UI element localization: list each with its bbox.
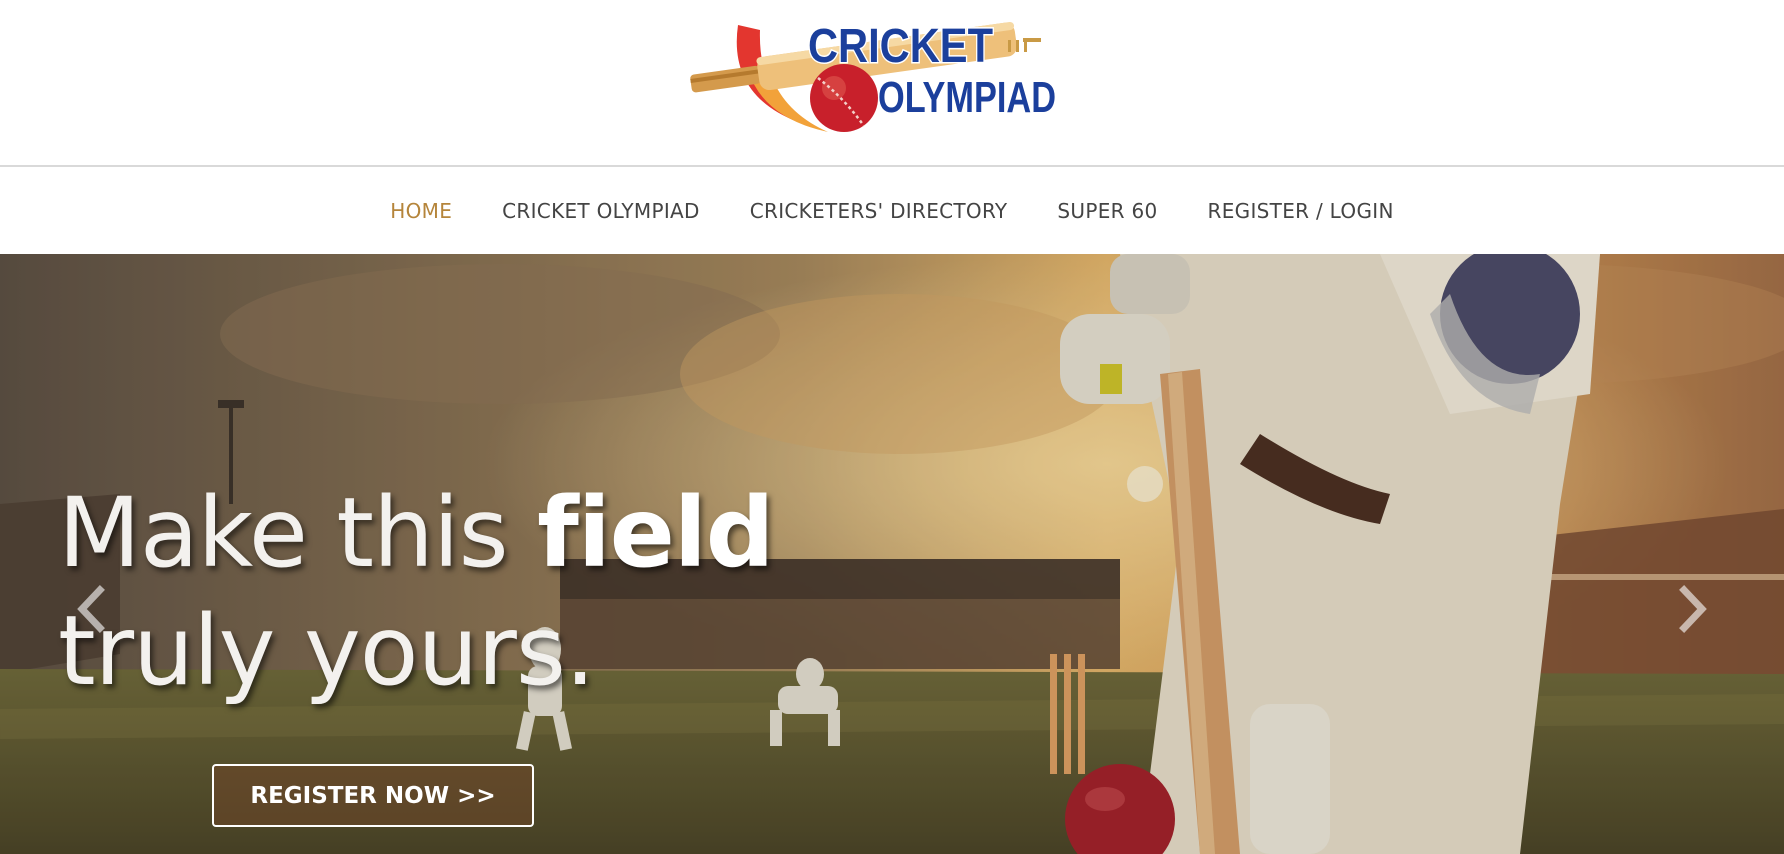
- headline-line-2: truly yours.: [58, 595, 595, 707]
- main-navigation: HOME CRICKET OLYMPIAD CRICKETERS' DIRECT…: [0, 165, 1784, 254]
- nav-menu: HOME CRICKET OLYMPIAD CRICKETERS' DIRECT…: [0, 167, 1784, 254]
- nav-item-cricket-olympiad[interactable]: CRICKET OLYMPIAD: [477, 199, 725, 223]
- nav-item-cricketers-directory[interactable]: CRICKETERS' DIRECTORY: [725, 199, 1033, 223]
- register-now-button[interactable]: REGISTER NOW >>: [212, 764, 534, 827]
- hero-headline: Make this field truly yours.: [58, 474, 775, 710]
- logo-line-2: OLYMPIAD: [878, 73, 1056, 122]
- logo-line-1: CRICKET: [808, 20, 993, 73]
- hero-slider: Make this field truly yours. REGISTER NO…: [0, 254, 1784, 854]
- site-header: CRICKET OLYMPIAD: [0, 0, 1784, 166]
- headline-strong: field: [537, 477, 774, 589]
- chevron-right-icon: [1679, 585, 1707, 633]
- logo-graphic: CRICKET OLYMPIAD: [690, 19, 1058, 132]
- slider-next-button[interactable]: [1672, 584, 1712, 634]
- headline-pre: Make this: [58, 477, 538, 589]
- nav-item-home[interactable]: HOME: [365, 199, 477, 223]
- headline-line-1: Make this field: [58, 474, 775, 592]
- slider-prev-button[interactable]: [72, 584, 112, 634]
- cricket-olympiad-logo[interactable]: CRICKET OLYMPIAD: [678, 0, 1068, 140]
- nav-item-super-60[interactable]: SUPER 60: [1032, 199, 1182, 223]
- chevron-left-icon: [77, 585, 105, 633]
- nav-item-register-login[interactable]: REGISTER / LOGIN: [1183, 199, 1419, 223]
